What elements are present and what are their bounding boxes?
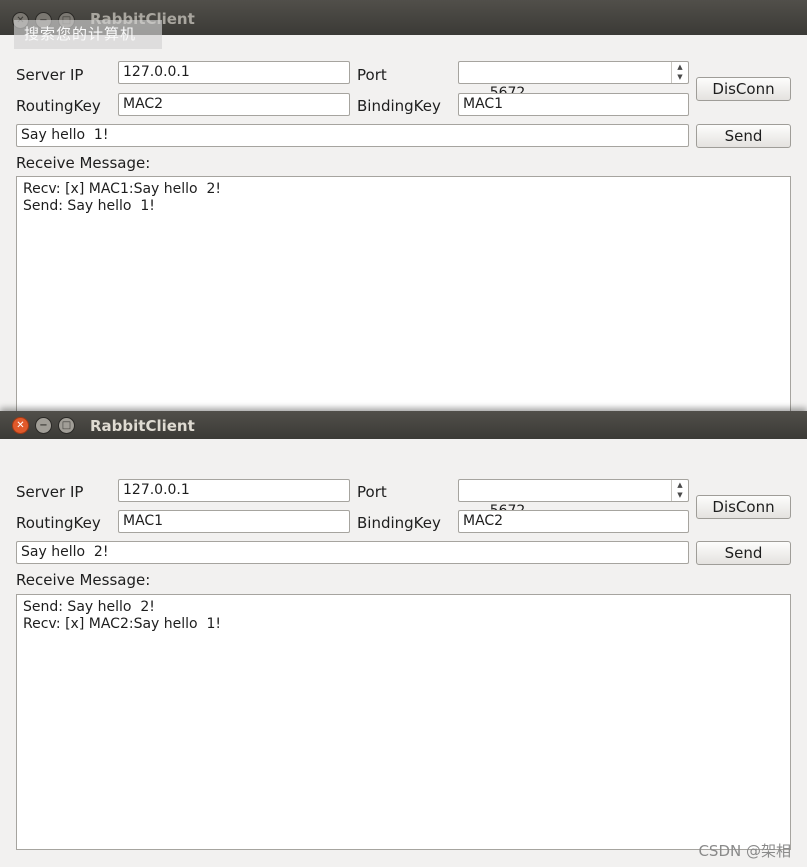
port-label: Port [357, 66, 387, 84]
rabbit-client-window-2: ✕ − □ RabbitClient Server IP 127.0.0.1 P… [0, 411, 807, 867]
maximize-icon[interactable]: □ [58, 417, 75, 434]
window-titlebar[interactable]: ✕ − □ RabbitClient [0, 411, 807, 439]
binding-key-field[interactable]: MAC2 [458, 510, 689, 533]
receive-message-box[interactable]: Recv: [x] MAC1:Say hello 2! Send: Say he… [16, 176, 791, 420]
spin-arrows-icon[interactable]: ▲ ▼ [671, 480, 688, 501]
receive-message-label: Receive Message: [16, 154, 151, 172]
port-spinbox[interactable]: 5672 ▲▼ [458, 479, 689, 519]
rabbit-client-window-1: ✕ − □ RabbitClient 搜索您的计算机 Server IP 127… [0, 0, 807, 420]
server-ip-label: Server IP [16, 66, 84, 84]
csdn-watermark: CSDN @架相 [698, 842, 791, 860]
log-line: Recv: [x] MAC1:Say hello 2! [23, 181, 222, 197]
server-ip-field[interactable]: 127.0.0.1 [118, 479, 350, 502]
disconn-button[interactable]: DisConn [696, 495, 791, 519]
log-line: Send: Say hello 2! [23, 599, 155, 615]
port-spinbox[interactable]: 5672 ▲▼ [458, 61, 689, 101]
receive-message-label: Receive Message: [16, 571, 151, 589]
disconn-button[interactable]: DisConn [696, 77, 791, 101]
routing-key-field[interactable]: MAC2 [118, 93, 350, 116]
search-overlay: 搜索您的计算机 [14, 20, 162, 49]
binding-key-label: BindingKey [357, 514, 441, 532]
close-icon[interactable]: ✕ [12, 417, 29, 434]
spin-arrows-icon[interactable]: ▲ ▼ [671, 62, 688, 83]
send-button[interactable]: Send [696, 124, 791, 148]
send-button[interactable]: Send [696, 541, 791, 565]
routing-key-field[interactable]: MAC1 [118, 510, 350, 533]
binding-key-field[interactable]: MAC1 [458, 93, 689, 116]
binding-key-label: BindingKey [357, 97, 441, 115]
routing-key-label: RoutingKey [16, 97, 101, 115]
server-ip-label: Server IP [16, 483, 84, 501]
server-ip-field[interactable]: 127.0.0.1 [118, 61, 350, 84]
log-line: Recv: [x] MAC2:Say hello 1! [23, 616, 222, 632]
message-input[interactable]: Say hello 1! [16, 124, 689, 147]
window-title: RabbitClient [90, 417, 195, 435]
port-label: Port [357, 483, 387, 501]
receive-message-box[interactable]: Send: Say hello 2! Recv: [x] MAC2:Say he… [16, 594, 791, 850]
routing-key-label: RoutingKey [16, 514, 101, 532]
message-input[interactable]: Say hello 2! [16, 541, 689, 564]
minimize-icon[interactable]: − [35, 417, 52, 434]
log-line: Send: Say hello 1! [23, 198, 155, 214]
